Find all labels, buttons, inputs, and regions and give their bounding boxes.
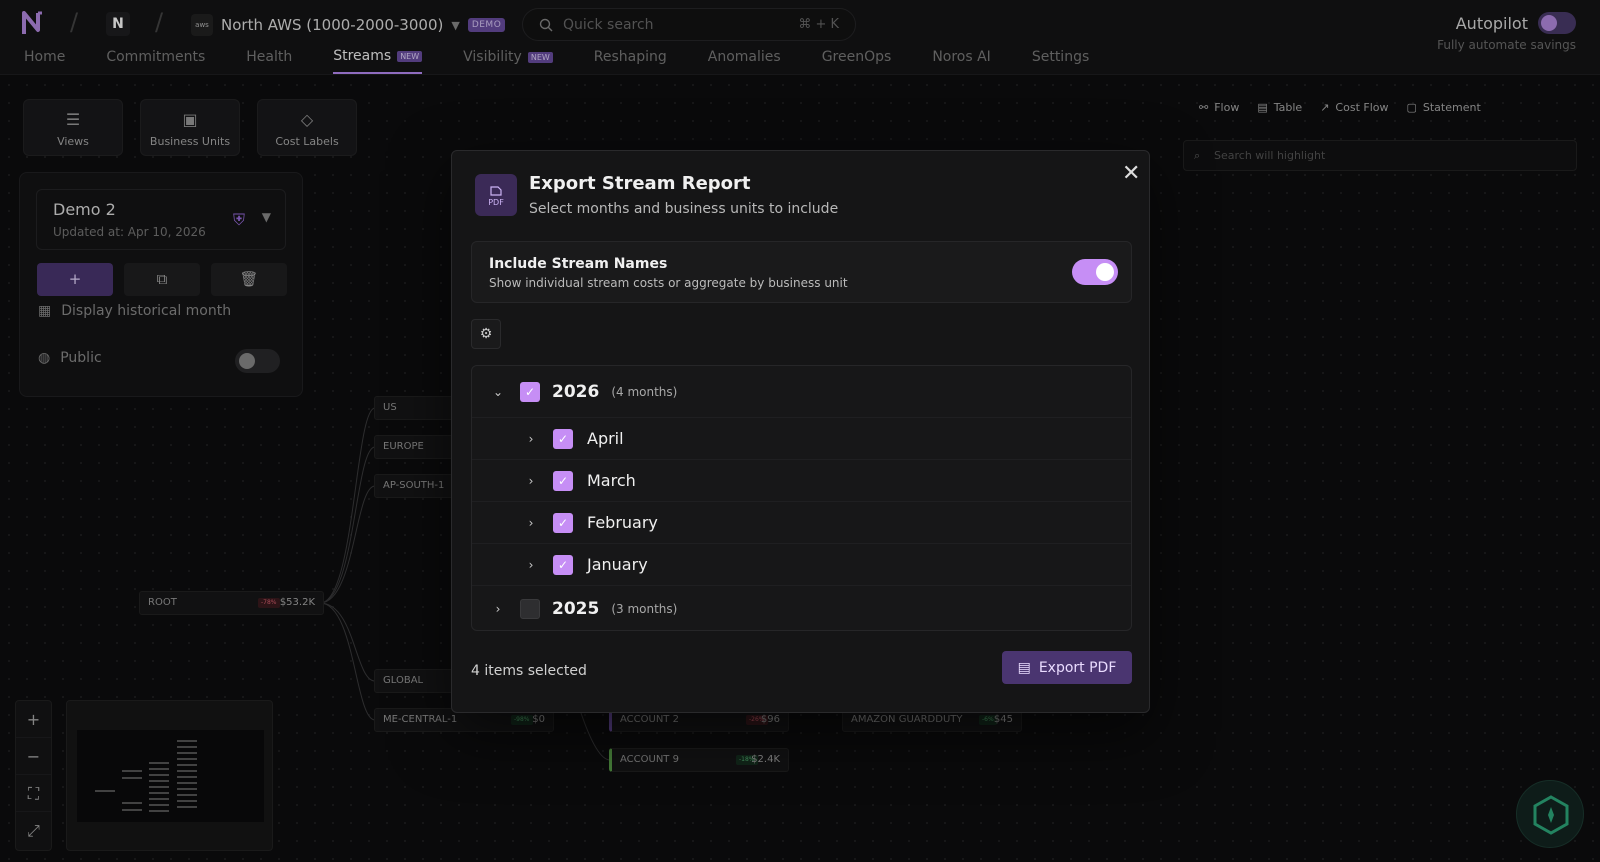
export-report-dialog: PDF Export Stream Report Select months a… [451, 150, 1150, 713]
month-checkbox-february[interactable]: ✓ [553, 512, 573, 533]
chevron-right-icon[interactable]: › [523, 432, 539, 446]
month-row-february[interactable]: › ✓ February [472, 502, 1131, 544]
gear-icon[interactable]: ⚙ [471, 319, 501, 349]
chevron-down-icon[interactable]: ⌄ [490, 385, 506, 399]
pdf-file-icon: ▤ [1017, 659, 1031, 676]
year-checkbox-2025[interactable] [520, 599, 540, 619]
year-row-2025[interactable]: › 2025 (3 months) [472, 586, 1131, 630]
dialog-subtitle: Select months and business units to incl… [529, 201, 839, 217]
month-row-january[interactable]: › ✓ January [472, 544, 1131, 586]
month-checkbox-march[interactable]: ✓ [553, 470, 573, 491]
include-stream-names-description: Show individual stream costs or aggregat… [489, 276, 848, 290]
year-row-2026[interactable]: ⌄ ✓ 2026 (4 months) [472, 366, 1131, 418]
month-row-april[interactable]: › ✓ April [472, 418, 1131, 460]
include-stream-names-option: Include Stream Names Show individual str… [471, 241, 1132, 303]
pdf-icon: PDF [475, 174, 517, 216]
chevron-right-icon[interactable]: › [523, 558, 539, 572]
chevron-right-icon[interactable]: › [523, 474, 539, 488]
chevron-right-icon[interactable]: › [523, 516, 539, 530]
close-icon[interactable]: ✕ [1122, 161, 1140, 186]
month-checkbox-january[interactable]: ✓ [553, 554, 573, 575]
include-stream-names-toggle[interactable] [1072, 259, 1118, 285]
export-pdf-button[interactable]: ▤ Export PDF [1002, 651, 1132, 684]
month-selection-tree: ⌄ ✓ 2026 (4 months) › ✓ April › ✓ March … [471, 365, 1132, 631]
month-checkbox-april[interactable]: ✓ [553, 428, 573, 449]
include-stream-names-title: Include Stream Names [489, 256, 668, 272]
chevron-right-icon[interactable]: › [490, 602, 506, 616]
month-row-march[interactable]: › ✓ March [472, 460, 1131, 502]
dialog-title: Export Stream Report [529, 173, 751, 194]
selected-count: 4 items selected [471, 663, 587, 679]
year-checkbox-2026[interactable]: ✓ [520, 381, 540, 402]
